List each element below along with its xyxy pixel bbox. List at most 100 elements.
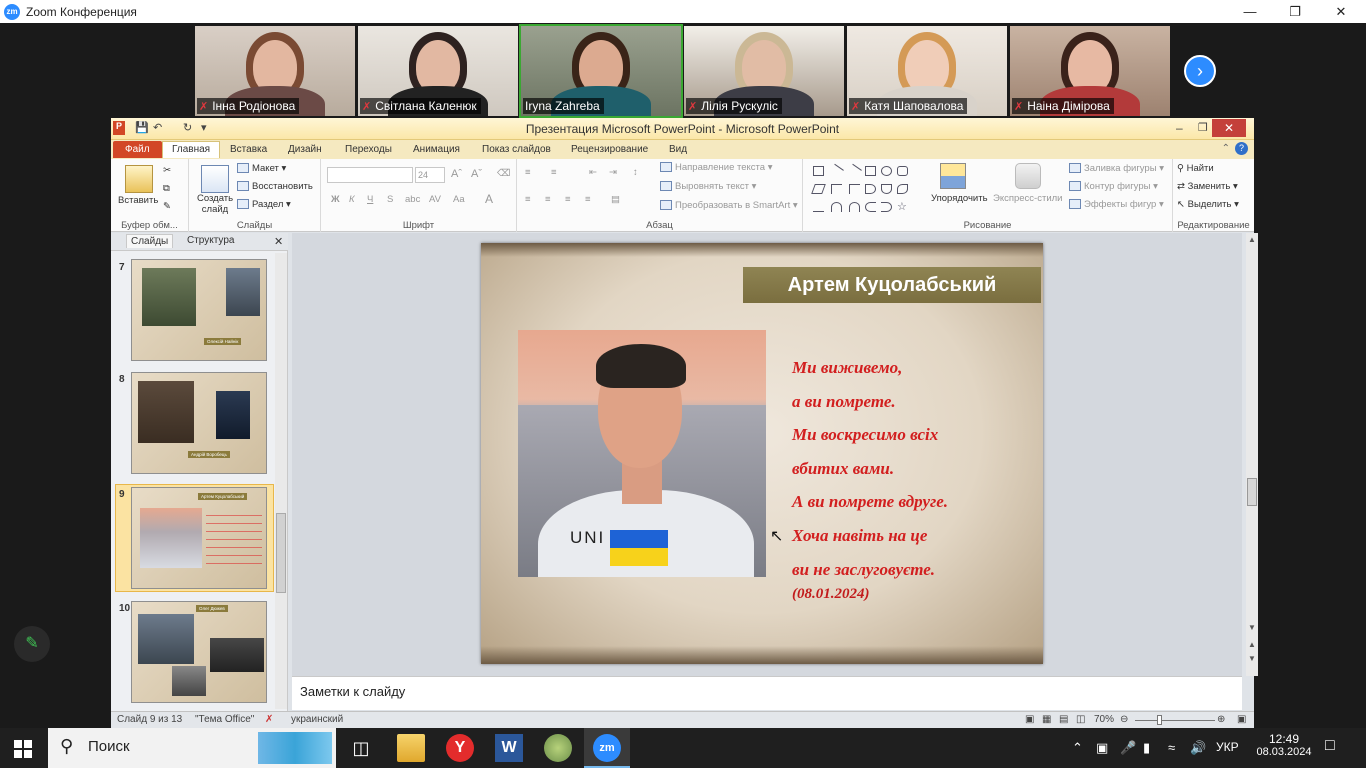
- align-text-button[interactable]: Выровнять текст ▾: [660, 181, 756, 192]
- participant-tile[interactable]: ✗ Катя Шаповалова: [847, 26, 1007, 116]
- annotate-pen-icon[interactable]: ✎: [14, 626, 50, 662]
- task-view-icon[interactable]: ◫: [347, 734, 375, 762]
- tab-file[interactable]: Файл: [113, 141, 162, 158]
- paste-icon[interactable]: [125, 165, 153, 193]
- close-pane-icon[interactable]: ✕: [274, 235, 283, 248]
- find-button[interactable]: ⚲ Найти: [1177, 163, 1214, 174]
- spacing-icon[interactable]: AV: [429, 194, 441, 205]
- shape-effects-button[interactable]: Эффекты фигур ▾: [1069, 199, 1164, 210]
- tray-app-icon[interactable]: ▣: [1096, 740, 1108, 756]
- next-slide-icon[interactable]: ▼: [1248, 654, 1256, 663]
- fit-to-window-icon[interactable]: ▣: [1237, 714, 1246, 725]
- select-button[interactable]: ↖ Выделить ▾: [1177, 199, 1239, 210]
- copy-icon[interactable]: ⧉: [163, 183, 170, 194]
- notes-pane[interactable]: Заметки к слайду: [292, 676, 1242, 710]
- wifi-icon[interactable]: ≈: [1168, 740, 1175, 755]
- ppt-close-button[interactable]: ✕: [1212, 119, 1246, 137]
- previous-slide-icon[interactable]: ▲: [1248, 640, 1256, 649]
- decrease-indent-icon[interactable]: ⇤: [589, 167, 597, 178]
- participant-tile-active-speaker[interactable]: Iryna Zahreba: [519, 24, 683, 118]
- poem-textbox[interactable]: Ми виживемо, а ви помрете. Ми воскресимо…: [792, 351, 1032, 603]
- tab-view[interactable]: Вид: [663, 142, 693, 157]
- volume-icon[interactable]: 🔊: [1190, 740, 1206, 756]
- tab-slideshow[interactable]: Показ слайдов: [476, 142, 557, 157]
- slide-thumbnail-selected[interactable]: Артем Куцолабський: [131, 487, 267, 589]
- justify-icon[interactable]: ≡: [585, 194, 591, 205]
- slide-scroll-thumb[interactable]: [1247, 478, 1257, 506]
- ppt-restore-button[interactable]: ❐: [1198, 121, 1208, 137]
- scroll-down-icon[interactable]: ▼: [1248, 623, 1256, 632]
- tab-insert[interactable]: Вставка: [224, 142, 273, 157]
- input-language[interactable]: УКР: [1216, 740, 1239, 754]
- yandex-browser-icon[interactable]: Y: [446, 734, 474, 762]
- slide-thumbnail[interactable]: Андрій Воробець: [131, 372, 267, 474]
- taskbar-search-box[interactable]: ⚲ Поиск: [48, 728, 336, 768]
- slide-vertical-scrollbar[interactable]: ▲ ▼ ▲ ▼: [1246, 233, 1258, 676]
- clear-format-icon[interactable]: ⌫: [497, 168, 510, 179]
- shape-outline-button[interactable]: Контур фигуры ▾: [1069, 181, 1158, 192]
- new-slide-icon[interactable]: [201, 165, 229, 193]
- reset-button[interactable]: Восстановить: [237, 181, 313, 192]
- slideshow-view-icon[interactable]: ◫: [1076, 714, 1085, 725]
- tray-overflow-icon[interactable]: ⌃: [1072, 740, 1083, 756]
- participant-tile[interactable]: ✗ Лілія Рускуліс: [684, 26, 844, 116]
- language-indicator[interactable]: украинский: [291, 714, 343, 725]
- line-spacing-icon[interactable]: ↕: [633, 167, 638, 178]
- scroll-up-icon[interactable]: ▲: [1248, 235, 1256, 244]
- file-explorer-icon[interactable]: [397, 734, 425, 762]
- zoom-slider-handle[interactable]: [1157, 715, 1162, 725]
- underline-icon[interactable]: Ч: [367, 194, 373, 205]
- close-button[interactable]: ✕: [1318, 0, 1364, 23]
- bold-icon[interactable]: Ж: [331, 194, 340, 205]
- tab-outline-pane[interactable]: Структура: [187, 235, 234, 246]
- zoom-out-icon[interactable]: ⊖: [1120, 714, 1128, 725]
- slides-pane-scroll-thumb[interactable]: [276, 513, 286, 593]
- case-icon[interactable]: Aa: [453, 194, 465, 205]
- tab-design[interactable]: Дизайн: [282, 142, 328, 157]
- strikethrough-icon[interactable]: abc: [405, 194, 420, 205]
- next-page-arrow-button[interactable]: ›: [1184, 55, 1216, 87]
- text-direction-button[interactable]: Направление текста ▾: [660, 162, 772, 173]
- slide-sorter-icon[interactable]: ▦: [1042, 714, 1051, 725]
- arrange-button[interactable]: Упорядочить: [931, 193, 988, 204]
- grow-font-icon[interactable]: Aˆ: [451, 168, 462, 180]
- numbering-icon[interactable]: ≡: [551, 167, 557, 178]
- help-icon[interactable]: ?: [1235, 142, 1248, 155]
- current-slide[interactable]: Артем Куцолабський UNI Ми виживемо, а ви…: [481, 243, 1043, 664]
- zoom-level[interactable]: 70%: [1094, 714, 1114, 725]
- shape-fill-button[interactable]: Заливка фигуры ▾: [1069, 163, 1164, 174]
- tab-review[interactable]: Рецензирование: [565, 142, 654, 157]
- shrink-font-icon[interactable]: Aˇ: [471, 168, 482, 180]
- quick-styles-button[interactable]: Экспресс-стили: [993, 193, 1062, 204]
- participant-tile[interactable]: ✗ Інна Родіонова: [195, 26, 355, 116]
- columns-icon[interactable]: ▤: [611, 194, 620, 205]
- restore-button[interactable]: ❐: [1272, 0, 1318, 23]
- format-painter-icon[interactable]: ✎: [163, 201, 171, 212]
- slides-pane-scrollbar[interactable]: [275, 253, 287, 709]
- reading-view-icon[interactable]: ▤: [1059, 714, 1068, 725]
- smartart-button[interactable]: Преобразовать в SmartArt ▾: [660, 200, 798, 211]
- word-icon[interactable]: W: [495, 734, 523, 762]
- participant-tile[interactable]: ✗ Наіна Дімірова: [1010, 26, 1170, 116]
- italic-icon[interactable]: К: [349, 194, 355, 205]
- replace-button[interactable]: ⇄ Заменить ▾: [1177, 181, 1238, 192]
- slide-title[interactable]: Артем Куцолабський: [743, 267, 1041, 303]
- tab-transitions[interactable]: Переходы: [339, 142, 398, 157]
- microphone-icon[interactable]: 🎤: [1120, 740, 1136, 756]
- tab-animation[interactable]: Анимация: [407, 142, 466, 157]
- taskbar-zoom-active[interactable]: zm: [584, 728, 630, 768]
- tab-slides-pane[interactable]: Слайды: [126, 234, 174, 248]
- shadow-icon[interactable]: S: [387, 194, 393, 205]
- align-left-icon[interactable]: ≡: [525, 194, 531, 205]
- collapse-ribbon-icon[interactable]: ⌃: [1222, 143, 1230, 154]
- paste-button[interactable]: Вставить: [118, 195, 158, 206]
- cut-icon[interactable]: ✂: [163, 165, 171, 176]
- font-color-icon[interactable]: A: [485, 192, 493, 206]
- clock[interactable]: 12:49 08.03.2024: [1252, 732, 1316, 758]
- ppt-minimize-button[interactable]: –: [1176, 121, 1183, 137]
- section-button[interactable]: Раздел ▾: [237, 199, 291, 210]
- align-center-icon[interactable]: ≡: [545, 194, 551, 205]
- participant-tile[interactable]: ✗ Світлана Каленюк: [358, 26, 518, 116]
- slide-thumbnail[interactable]: Олег Дюжев: [131, 601, 267, 703]
- paint-icon[interactable]: [544, 734, 572, 762]
